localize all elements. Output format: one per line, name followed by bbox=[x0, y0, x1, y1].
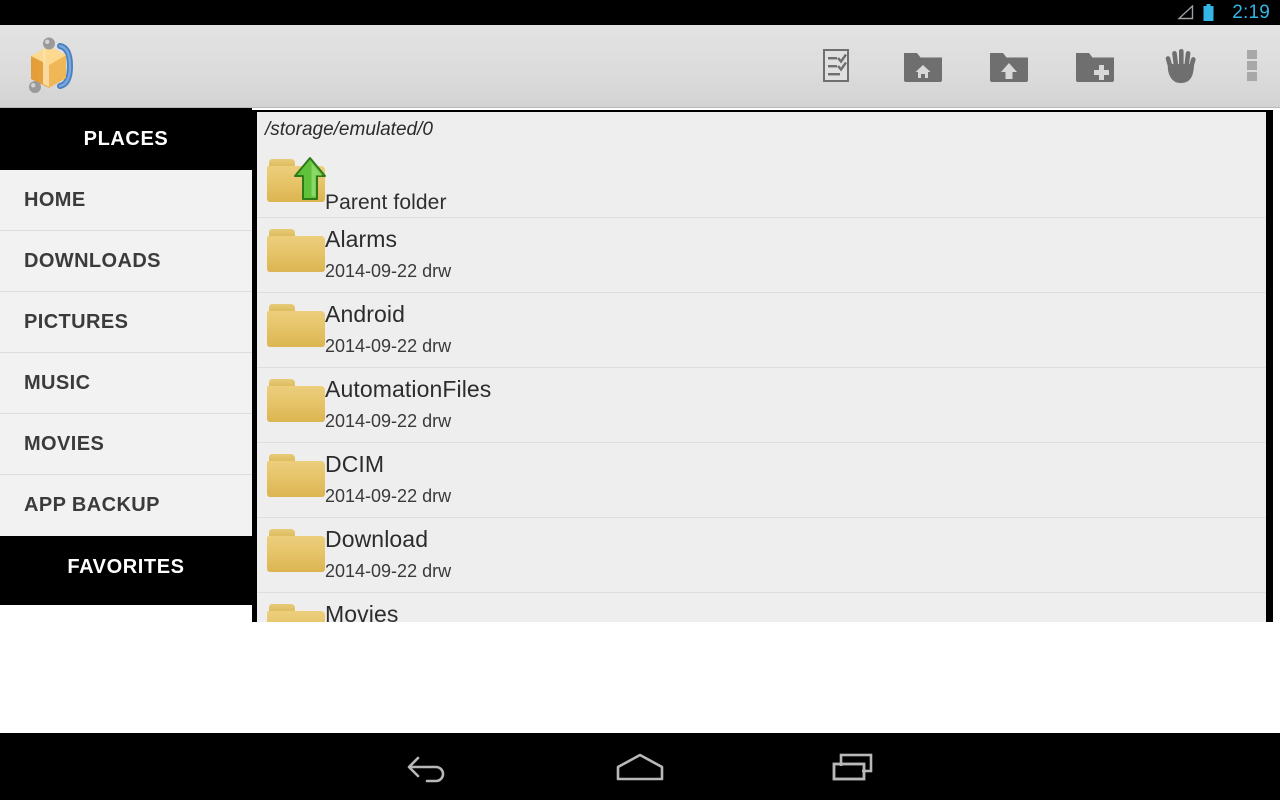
overflow-menu-icon bbox=[1247, 49, 1257, 83]
sidebar-item-label: MOVIES bbox=[24, 432, 105, 455]
folder-icon bbox=[267, 376, 325, 424]
recents-button[interactable] bbox=[747, 733, 960, 800]
file-meta: 2014-09-22 drw bbox=[325, 261, 452, 281]
file-meta: 2014-09-22 drw bbox=[325, 561, 452, 581]
file-meta: 2014-09-22 drw bbox=[325, 336, 452, 356]
folder-add-button[interactable] bbox=[1052, 25, 1138, 108]
sidebar-item-movies[interactable]: MOVIES bbox=[0, 414, 252, 475]
system-navigation-bar bbox=[0, 733, 1280, 800]
sidebar-item-label: HOME bbox=[24, 188, 86, 211]
status-clock: 2:19 bbox=[1232, 1, 1270, 23]
folder-up-green-arrow-icon bbox=[267, 150, 326, 202]
sidebar-item-label: MUSIC bbox=[24, 371, 91, 394]
status-icons: 2:19 bbox=[1177, 2, 1270, 24]
sidebar-header-places: PLACES bbox=[0, 108, 252, 170]
file-meta: 2014-09-22 drw bbox=[325, 486, 452, 506]
sidebar-item-downloads[interactable]: DOWNLOADS bbox=[0, 231, 252, 292]
back-button[interactable] bbox=[321, 733, 534, 800]
table-row[interactable]: DCIM 2014-09-22 drw bbox=[257, 443, 1266, 518]
action-bar bbox=[0, 25, 1280, 108]
folder-up-icon bbox=[989, 49, 1029, 83]
action-bar-buttons bbox=[794, 25, 1280, 108]
table-row[interactable]: Movies bbox=[257, 593, 1266, 622]
folder-home-button[interactable] bbox=[880, 25, 966, 108]
folder-home-icon bbox=[903, 49, 943, 83]
home-button[interactable] bbox=[534, 733, 747, 800]
folder-icon bbox=[267, 301, 325, 349]
sidebar-item-home[interactable]: HOME bbox=[0, 170, 252, 231]
status-bar: 2:19 bbox=[0, 0, 1280, 25]
folder-up-button[interactable] bbox=[966, 25, 1052, 108]
home-icon bbox=[614, 750, 666, 784]
file-name: Movies bbox=[325, 601, 399, 622]
sidebar-header-favorites: FAVORITES bbox=[0, 536, 252, 598]
folder-icon bbox=[267, 451, 325, 499]
checklist-icon bbox=[822, 48, 852, 84]
sidebar: PLACES HOME DOWNLOADS PICTURES MUSIC MOV… bbox=[0, 108, 252, 605]
folder-icon bbox=[267, 601, 325, 622]
hand-button[interactable] bbox=[1138, 25, 1224, 108]
table-row[interactable]: Alarms 2014-09-22 drw bbox=[257, 218, 1266, 293]
current-path: /storage/emulated/0 bbox=[257, 112, 1266, 149]
sidebar-places-list: HOME DOWNLOADS PICTURES MUSIC MOVIES APP… bbox=[0, 170, 252, 536]
parent-folder-label: Parent folder bbox=[325, 191, 447, 214]
sidebar-item-app-backup[interactable]: APP BACKUP bbox=[0, 475, 252, 536]
folder-icon bbox=[267, 526, 325, 574]
checklist-button[interactable] bbox=[794, 25, 880, 108]
content-area: PLACES HOME DOWNLOADS PICTURES MUSIC MOV… bbox=[0, 108, 1280, 733]
folder-add-icon bbox=[1075, 49, 1115, 83]
recents-icon bbox=[829, 750, 877, 784]
file-name: Alarms bbox=[325, 226, 398, 252]
sidebar-item-music[interactable]: MUSIC bbox=[0, 353, 252, 414]
parent-folder-row[interactable]: Parent folder bbox=[257, 149, 1266, 218]
back-arrow-icon bbox=[404, 750, 450, 784]
table-row[interactable]: Android 2014-09-22 drw bbox=[257, 293, 1266, 368]
overflow-menu-button[interactable] bbox=[1224, 25, 1280, 108]
sidebar-item-label: APP BACKUP bbox=[24, 494, 160, 516]
hand-icon bbox=[1162, 47, 1200, 85]
file-rows: Parent folder Alarms 2014-09-22 drw Andr… bbox=[257, 149, 1266, 622]
signal-triangle-icon bbox=[1177, 5, 1194, 20]
file-name: DCIM bbox=[325, 451, 385, 477]
table-row[interactable]: Download 2014-09-22 drw bbox=[257, 518, 1266, 593]
file-name: Android bbox=[325, 301, 405, 327]
sidebar-item-pictures[interactable]: PICTURES bbox=[0, 292, 252, 353]
file-name: Download bbox=[325, 526, 429, 552]
androzip-logo[interactable] bbox=[18, 34, 82, 98]
folder-icon bbox=[267, 226, 325, 274]
file-name: AutomationFiles bbox=[325, 376, 492, 402]
sidebar-item-label: DOWNLOADS bbox=[24, 249, 161, 272]
file-meta: 2014-09-22 drw bbox=[325, 411, 452, 431]
device-screen: 2:19 PLACES HOME DOWNLOADS PICTURES MUSI… bbox=[0, 0, 1280, 800]
table-row[interactable]: AutomationFiles 2014-09-22 drw bbox=[257, 368, 1266, 443]
battery-icon bbox=[1203, 4, 1214, 21]
sidebar-item-label: PICTURES bbox=[24, 310, 129, 333]
file-list-panel[interactable]: /storage/emulated/0 Parent folder Alarms… bbox=[252, 110, 1273, 622]
